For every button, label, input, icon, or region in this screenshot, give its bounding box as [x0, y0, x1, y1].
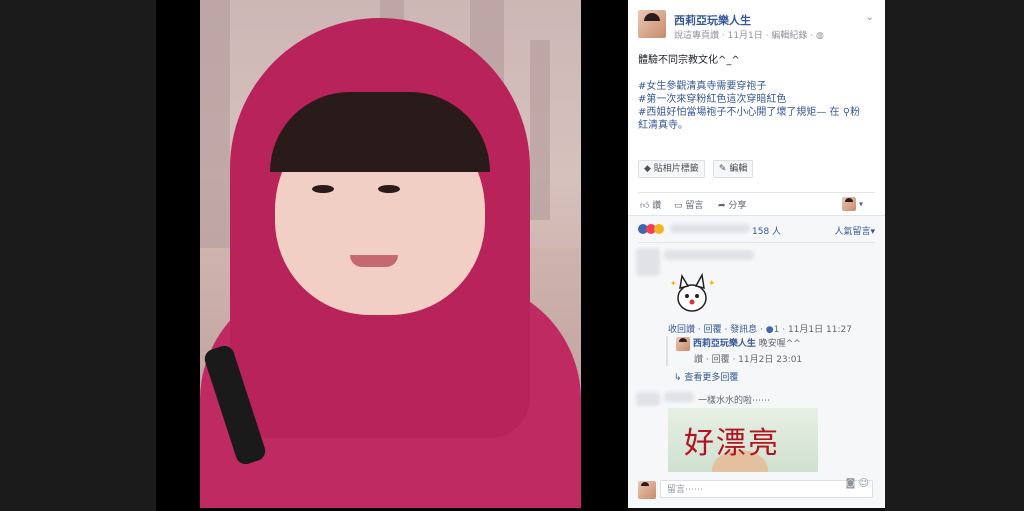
comment-image-text: 好漂亮 — [684, 426, 780, 461]
avatar — [842, 197, 857, 211]
post-header: 西莉亞玩樂人生 說這專頁讚 · 11月1日 · 編輯紀錄 · ◍ ⌄ — [638, 10, 878, 42]
post-side-panel: 西莉亞玩樂人生 說這專頁讚 · 11月1日 · 編輯紀錄 · ◍ ⌄ 體驗不同宗… — [628, 0, 885, 508]
share-as-selector[interactable]: ▾ — [842, 197, 863, 211]
comment-input[interactable]: 留言⋯⋯ — [660, 480, 873, 498]
reply-comment: 西莉亞玩樂人生 晚安喔^^ — [676, 336, 801, 351]
comment-2-text: 一樣水水的啦⋯⋯ — [698, 396, 771, 406]
tag-photo-button[interactable]: ◆ 貼相片標籤 — [638, 160, 705, 178]
photo-tools: ◆ 貼相片標籤 ✎ 編輯 — [638, 156, 756, 178]
post-meta: 說這專頁讚 · 11月1日 · 編輯紀錄 · ◍ — [674, 31, 824, 41]
page-avatar[interactable] — [638, 10, 666, 38]
reply-thread: 西莉亞玩樂人生 晚安喔^^ 讚 · 回覆 · 11月2日 23:01 — [666, 336, 874, 366]
comments-section: 158 人 人氣留言▾ ✦ ✦ 收回讚 · 回覆 · 發訊息 · ●1 · 11… — [628, 215, 885, 508]
like-button[interactable]: 👍︎ 讚 — [640, 198, 661, 211]
write-comment-row: 留言⋯⋯ ◙ ☺ — [638, 478, 875, 500]
like-page-link[interactable]: 說這專頁讚 · — [674, 31, 725, 41]
svg-text:✦: ✦ — [670, 279, 677, 288]
backdrop-right[interactable] — [885, 0, 1024, 511]
action-bar: 👍︎ 讚 ▭ 留言 ➦ 分享 ▾ — [638, 196, 875, 212]
comment-icon: ▭ — [674, 201, 683, 211]
location-link-cont[interactable]: 紅清真寺。 — [638, 119, 878, 132]
comment-1-actions: 收回讚 · 回覆 · 發訊息 · ●1 · 11月1日 11:27 — [668, 325, 852, 335]
post-line — [638, 67, 878, 80]
avatar[interactable] — [676, 336, 690, 351]
photo-viewer: 西莉亞玩樂人生 說這專頁讚 · 11月1日 · 編輯紀錄 · ◍ ⌄ 體驗不同宗… — [0, 0, 1024, 511]
thumbs-up-icon: 👍︎ — [640, 201, 650, 211]
like-count-icon: ● — [765, 325, 774, 335]
camera-icon[interactable]: ◙ — [846, 478, 856, 489]
emoji-icon[interactable]: ☺ — [859, 478, 869, 489]
reply-arrow-icon: ↳ — [674, 373, 682, 383]
post-date[interactable]: 11月1日 — [728, 31, 763, 41]
reactions-bar[interactable]: 158 人 人氣留言▾ — [638, 222, 875, 237]
haha-reaction-icon — [654, 224, 664, 234]
hashtag-line[interactable]: #第一次來穿粉紅色這次穿暗紅色 — [638, 93, 878, 106]
comment-input-icons: ◙ ☺ — [846, 478, 869, 489]
post-line: 體驗不同宗教文化^_^ — [638, 55, 740, 66]
backdrop-left[interactable] — [0, 0, 156, 511]
tag-icon: ◆ — [644, 164, 651, 174]
sticker-image[interactable]: ✦ ✦ — [668, 272, 718, 318]
location-link[interactable]: 粉 — [850, 107, 860, 118]
hashtag-line[interactable]: #女生參觀清真寺需要穿袍子 — [638, 80, 878, 93]
share-button[interactable]: ➦ 分享 — [718, 198, 746, 211]
chevron-down-icon[interactable]: ⌄ — [866, 12, 874, 23]
hashtag-line: #西姐好怕當場袍子不小心開了壞了規矩— 在 ⚲粉 — [638, 106, 878, 119]
sort-comments-dropdown[interactable]: 人氣留言▾ — [834, 224, 875, 237]
edit-history-link[interactable]: 編輯紀錄 — [771, 31, 807, 41]
svg-text:✦: ✦ — [708, 279, 716, 289]
divider — [638, 242, 875, 243]
reply-actions[interactable]: 讚 · 回覆 · 11月2日 23:01 — [694, 352, 802, 365]
edit-button[interactable]: ✎ 編輯 — [712, 160, 754, 178]
location-pin-icon: ⚲ — [842, 107, 851, 118]
hashtag-link[interactable]: #西姐好怕當場袍子不小心開了壞了規矩— 在 — [638, 107, 840, 118]
post-text: 體驗不同宗教文化^_^ #女生參觀清真寺需要穿袍子 #第一次來穿粉紅色這次穿暗紅… — [638, 54, 878, 132]
reply-text: 晚安喔^^ — [758, 339, 801, 349]
comment-button[interactable]: ▭ 留言 — [674, 198, 703, 211]
pencil-icon: ✎ — [718, 164, 727, 174]
share-icon: ➦ — [718, 201, 726, 211]
view-more-replies-link[interactable]: ↳ 查看更多回覆 — [674, 370, 738, 383]
caret-down-icon: ▾ — [858, 199, 863, 209]
page-name-link[interactable]: 西莉亞玩樂人生 — [674, 12, 751, 28]
post-photo[interactable] — [200, 0, 581, 508]
divider — [638, 192, 875, 193]
reaction-count[interactable]: 158 人 — [752, 224, 781, 237]
avatar — [638, 481, 656, 499]
globe-icon: ◍ — [816, 31, 824, 41]
reply-author[interactable]: 西莉亞玩樂人生 — [693, 339, 756, 349]
comment-image[interactable]: 好漂亮 — [668, 408, 818, 472]
